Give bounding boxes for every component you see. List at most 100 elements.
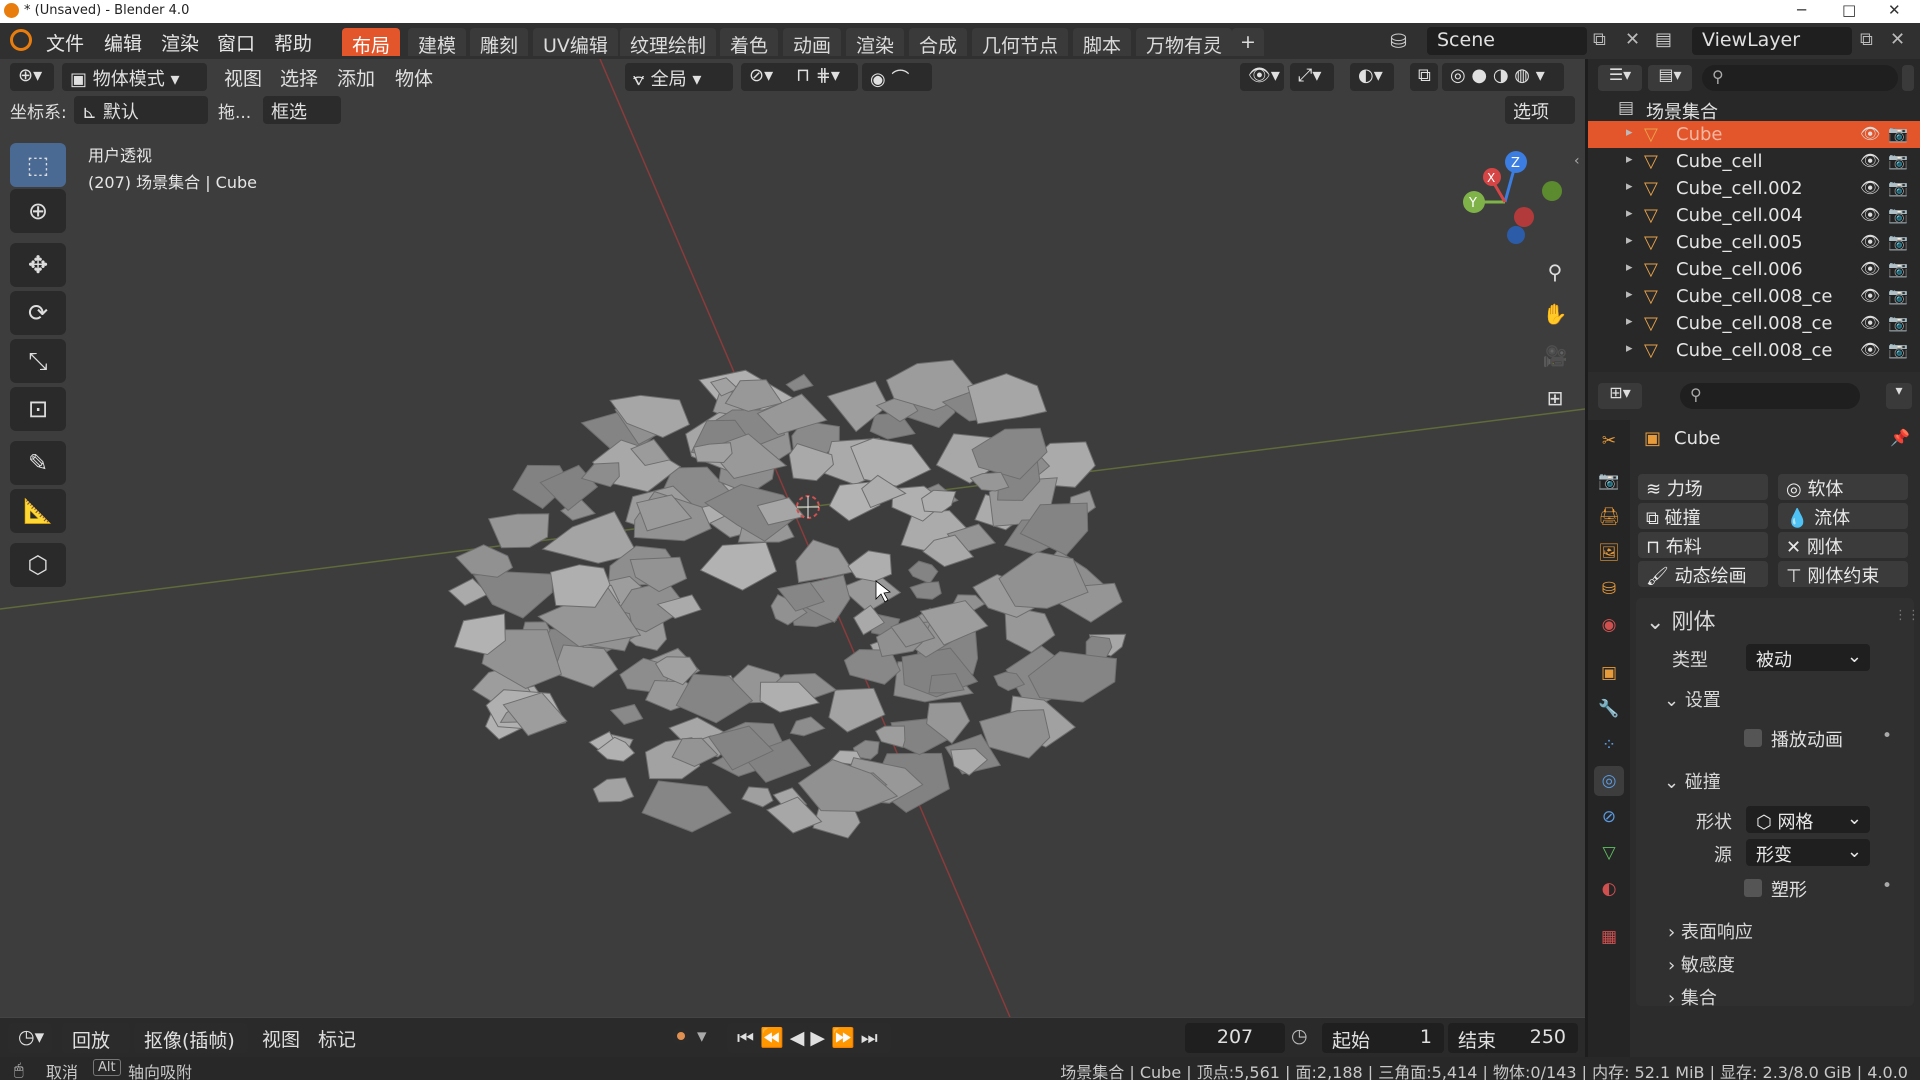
view-layer-tab-icon[interactable]: 🖼 [1594,538,1624,568]
zoom-icon[interactable]: ⚲ [1538,255,1572,289]
visibility-eye-icon[interactable]: 👁 [1860,151,1880,170]
playback-controls[interactable]: ⏮⏪◀▶⏩⏭ [727,1023,891,1053]
tab-compositing[interactable]: 合成 [909,28,968,57]
render-camera-icon[interactable]: 📷 [1888,340,1908,359]
start-frame-field[interactable]: 起始 1 [1322,1023,1444,1053]
keyframe-dot-icon[interactable]: • [1882,876,1892,896]
outliner-row[interactable]: ▸ ▽ Cube 👁 📷 [1588,121,1920,148]
cloth-button[interactable]: ⊓ 布料 [1638,532,1768,558]
animated-checkbox[interactable] [1744,729,1762,747]
visibility-eye-icon[interactable]: 👁 [1860,340,1880,359]
tab-shading[interactable]: 着色 [720,28,779,57]
tool-tab-icon[interactable]: ✂ [1594,426,1624,456]
soft-body-button[interactable]: ◎ 软体 [1778,474,1908,500]
camera-view-icon[interactable]: 🎥 [1538,339,1572,373]
3d-viewport[interactable]: ⊕▾ ▣ 物体模式 ▾ 视图 选择 添加 物体 ⦡ 全局 ▾ ⊘▾ ⊓ ⋕▾ ◉… [0,59,1585,1017]
render-camera-icon[interactable]: 📷 [1888,178,1908,197]
render-tab-icon[interactable]: 📷 [1594,466,1624,496]
outliner-row[interactable]: ▸ ▽ Cube_cell.005 👁 📷 [1588,229,1920,256]
render-camera-icon[interactable]: 📷 [1888,313,1908,332]
view-layer-field[interactable]: ViewLayer [1692,27,1852,55]
properties-options-dropdown[interactable]: ▾ [1886,383,1912,409]
outliner-row[interactable]: ▸ ▽ Cube_cell.006 👁 📷 [1588,256,1920,283]
collision-button[interactable]: ⧉ 碰撞 [1638,503,1768,529]
menu-file[interactable]: 文件 [46,29,84,56]
delete-view-layer-icon[interactable]: ✕ [1890,29,1905,50]
surface-response-subpanel[interactable]: › 表面响应 [1668,918,1753,944]
pin-icon[interactable]: 📌 [1890,428,1910,447]
menu-render[interactable]: 渲染 [161,29,199,56]
tab-custom[interactable]: 万物有灵 [1136,28,1233,57]
menu-help[interactable]: 帮助 [274,29,312,56]
type-dropdown[interactable]: 被动 ⌄ [1746,644,1870,671]
properties-search-input[interactable]: ⚲ [1680,383,1860,409]
fluid-button[interactable]: 💧 流体 [1778,503,1908,529]
render-camera-icon[interactable]: 📷 [1888,205,1908,224]
output-tab-icon[interactable]: 🖨 [1594,502,1624,532]
expand-arrow-icon[interactable]: ▸ [1626,314,1633,329]
collisions-subpanel-header[interactable]: ⌄ 碰撞 [1664,768,1721,794]
constraints-tab-icon[interactable]: ⊘ [1594,802,1624,832]
new-view-layer-icon[interactable]: ⧉ [1860,29,1873,50]
scene-tab-icon[interactable]: ⛁ [1594,574,1624,604]
menu-edit[interactable]: 编辑 [104,29,142,56]
tab-geometry-nodes[interactable]: 几何节点 [972,28,1069,57]
collections-subpanel[interactable]: › 集合 [1668,984,1717,1010]
sensitivity-subpanel[interactable]: › 敏感度 [1668,951,1735,977]
expand-arrow-icon[interactable]: ▸ [1626,179,1633,194]
add-workspace-button[interactable]: + [1232,28,1264,56]
timeline-editor-type-icon[interactable]: ◷▾ [8,1023,52,1053]
expand-arrow-icon[interactable]: ▸ [1626,233,1633,248]
expand-arrow-icon[interactable]: ▸ [1626,260,1633,275]
dynamic-paint-button[interactable]: 🖌 动态绘画 [1638,561,1768,587]
new-scene-icon[interactable]: ⧉ [1593,29,1606,50]
tab-modeling[interactable]: 建模 [408,28,467,57]
tab-sculpting[interactable]: 雕刻 [470,28,529,57]
tab-layout[interactable]: 布局 [342,28,401,57]
pan-hand-icon[interactable]: ✋ [1538,297,1572,331]
outliner-row[interactable]: ▸ ▽ Cube_cell.002 👁 📷 [1588,175,1920,202]
outliner-row[interactable]: ▸ ▽ Cube_cell.008_ce 👁 📷 [1588,337,1920,364]
keying-dropdown[interactable]: 抠像(插帧) ▾ [134,1023,248,1075]
tab-scripting[interactable]: 脚本 [1073,28,1132,57]
texture-tab-icon[interactable]: ▦ [1594,922,1624,952]
timeline-menu-view[interactable]: 视图 [262,1025,300,1052]
drag-handle-icon[interactable]: ⋮⋮ [1894,608,1920,623]
physics-tab-icon[interactable]: ◎ [1594,766,1624,796]
perspective-toggle-icon[interactable]: ⊞ [1538,381,1572,415]
tab-uv-editing[interactable]: UV编辑 [533,28,618,57]
render-camera-icon[interactable]: 📷 [1888,124,1908,143]
render-camera-icon[interactable]: 📷 [1888,232,1908,251]
data-tab-icon[interactable]: ▽ [1594,838,1624,868]
shape-dropdown[interactable]: ⬡ 网格 ⌄ [1746,806,1870,833]
particles-tab-icon[interactable]: ⁘ [1594,730,1624,760]
timeline-menu-marker[interactable]: 标记 [318,1025,356,1052]
deform-checkbox[interactable] [1744,879,1762,897]
current-frame-field[interactable]: 207 [1185,1023,1285,1053]
keying-set-dropdown[interactable]: ▾ [697,1025,707,1047]
end-frame-field[interactable]: 结束 250 [1448,1023,1578,1053]
expand-arrow-icon[interactable]: ▸ [1626,287,1633,302]
outliner-search-input[interactable]: ⚲ [1702,65,1898,91]
modifier-tab-icon[interactable]: 🔧 [1594,694,1624,724]
auto-keying-button[interactable] [672,1027,690,1045]
properties-editor-type[interactable]: ⊞▾ [1598,383,1642,409]
visibility-eye-icon[interactable]: 👁 [1860,124,1880,143]
display-mode-dropdown[interactable]: ▤▾ [1648,65,1692,91]
visibility-eye-icon[interactable]: 👁 [1860,178,1880,197]
blender-menu-icon[interactable] [10,29,32,51]
object-tab-icon[interactable]: ▣ [1594,658,1624,688]
outliner-row[interactable]: ▸ ▽ Cube_cell.008_ce 👁 📷 [1588,283,1920,310]
outliner-editor-type[interactable]: ☰▾ [1598,65,1642,91]
playback-dropdown[interactable]: 回放 ▾ [62,1023,130,1075]
rigid-body-button[interactable]: ✕ 刚体 [1778,532,1908,558]
rigid-body-panel-header[interactable]: ⌄ 刚体 [1646,604,1715,636]
scene-name-field[interactable]: Scene [1427,27,1587,55]
source-dropdown[interactable]: 形变 ⌄ [1746,839,1870,866]
expand-arrow-icon[interactable]: ▸ [1626,206,1633,221]
expand-arrow-icon[interactable]: ▸ [1626,125,1633,140]
menu-window[interactable]: 窗口 [217,29,255,56]
tab-rendering[interactable]: 渲染 [846,28,905,57]
view-layer-icon[interactable]: ▤ [1655,29,1672,50]
scene-icon[interactable]: ⛁ [1390,29,1407,53]
